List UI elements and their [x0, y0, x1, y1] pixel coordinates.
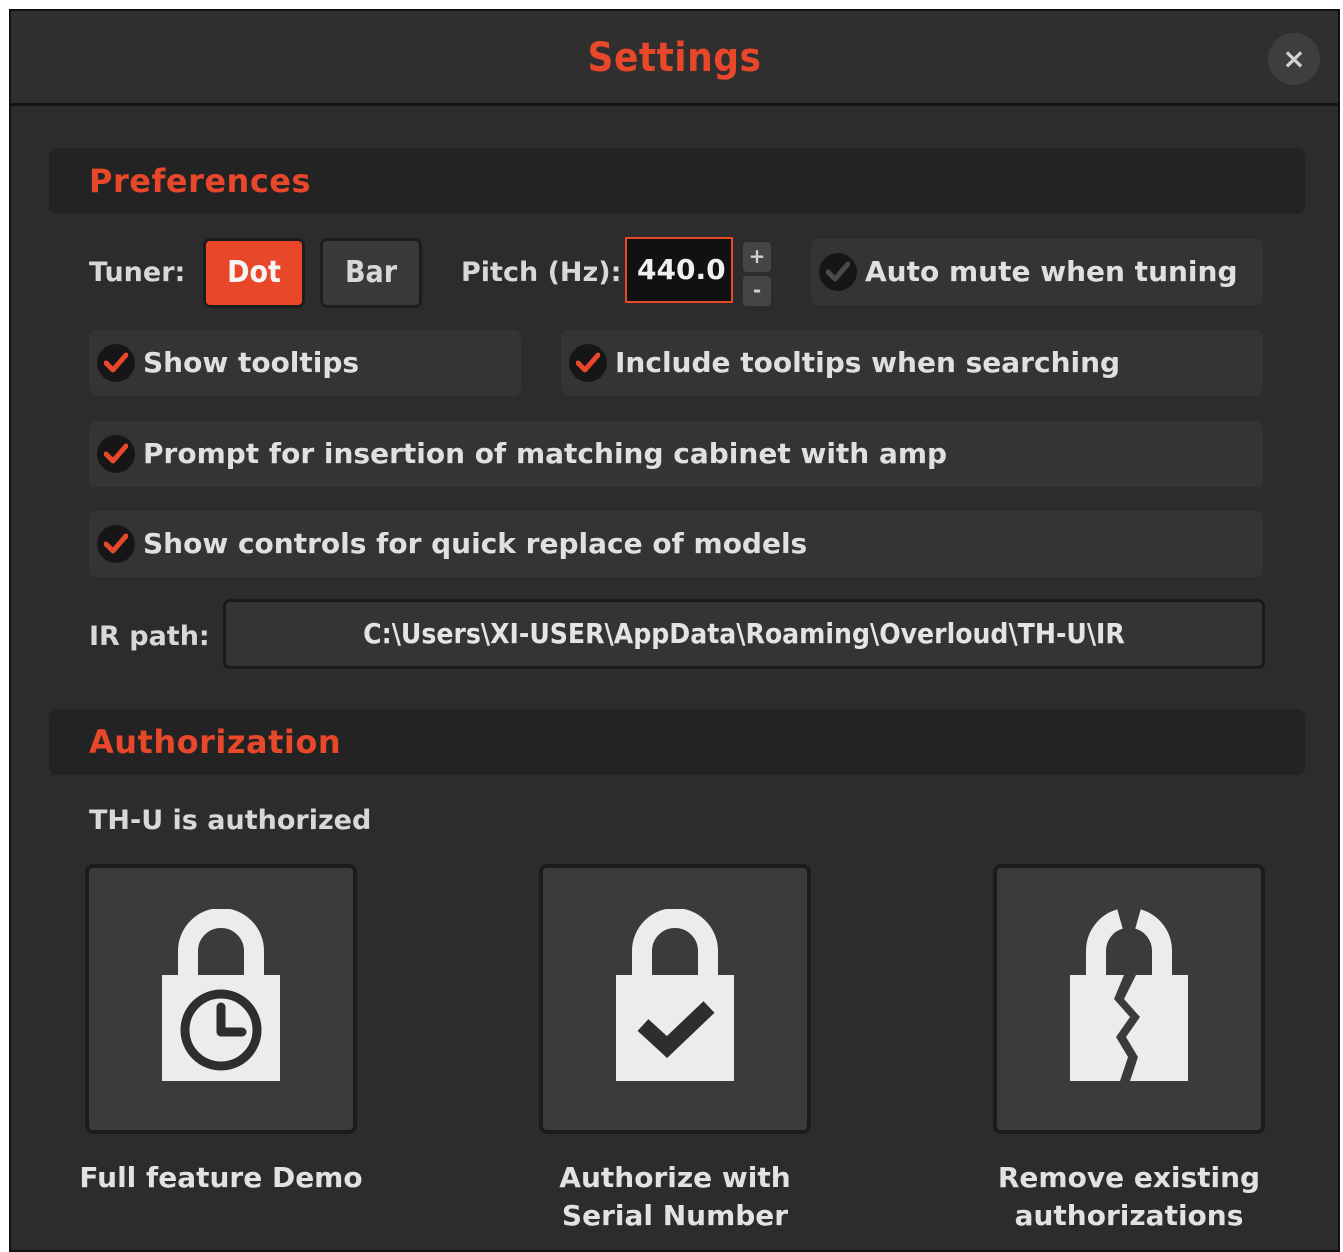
- settings-window: Settings × Preferences Tuner: Dot Bar Pi…: [9, 9, 1340, 1252]
- pitch-increment-button[interactable]: +: [743, 242, 771, 272]
- auto-mute-label: Auto mute when tuning: [865, 255, 1238, 288]
- tuner-dot-button[interactable]: Dot: [203, 238, 305, 308]
- preferences-header: Preferences: [49, 148, 1305, 214]
- quick-replace-label: Show controls for quick replace of model…: [143, 527, 808, 560]
- prompt-cabinet-checkbox[interactable]: [97, 435, 135, 473]
- tuner-bar-button[interactable]: Bar: [320, 238, 422, 308]
- checkmark-icon: [104, 533, 128, 554]
- show-tooltips-label: Show tooltips: [143, 346, 360, 379]
- title-bar: Settings ×: [11, 11, 1338, 106]
- ir-path-label: IR path:: [89, 621, 210, 652]
- lock-check-icon: [616, 909, 734, 1081]
- preferences-heading: Preferences: [89, 162, 312, 200]
- quick-replace-option[interactable]: Show controls for quick replace of model…: [89, 511, 1263, 577]
- window-title: Settings: [587, 35, 762, 81]
- include-tooltips-option[interactable]: Include tooltips when searching: [561, 330, 1263, 396]
- lock-clock-icon: [162, 909, 280, 1081]
- include-tooltips-label: Include tooltips when searching: [615, 346, 1121, 379]
- show-tooltips-option[interactable]: Show tooltips: [89, 330, 521, 396]
- auto-mute-checkbox[interactable]: [819, 253, 857, 291]
- checkmark-icon: [826, 261, 850, 282]
- full-demo-button[interactable]: [85, 864, 357, 1134]
- include-tooltips-checkbox[interactable]: [569, 344, 607, 382]
- authorize-serial-button[interactable]: [539, 864, 811, 1134]
- checkmark-icon: [104, 352, 128, 373]
- close-button[interactable]: ×: [1268, 33, 1320, 85]
- authorization-status: TH-U is authorized: [89, 805, 372, 836]
- full-demo-label: Full feature Demo: [79, 1161, 363, 1194]
- prompt-cabinet-option[interactable]: Prompt for insertion of matching cabinet…: [89, 421, 1263, 487]
- checkmark-icon: [104, 443, 128, 464]
- remove-authorizations-label: Remove existing authorizations: [997, 1161, 1261, 1232]
- tuner-label: Tuner:: [89, 257, 186, 288]
- quick-replace-checkbox[interactable]: [97, 525, 135, 563]
- checkmark-icon: [576, 352, 600, 373]
- auto-mute-option[interactable]: Auto mute when tuning: [811, 239, 1263, 305]
- pitch-input[interactable]: 440.0: [625, 237, 733, 303]
- authorization-header: Authorization: [49, 709, 1305, 775]
- prompt-cabinet-label: Prompt for insertion of matching cabinet…: [143, 437, 948, 470]
- authorization-heading: Authorization: [89, 723, 342, 761]
- pitch-label: Pitch (Hz):: [461, 257, 622, 288]
- remove-authorizations-button[interactable]: [993, 864, 1265, 1134]
- ir-path-field[interactable]: C:\Users\XI-USER\AppData\Roaming\Overlou…: [223, 599, 1265, 669]
- authorize-serial-label: Authorize with Serial Number: [559, 1161, 791, 1232]
- show-tooltips-checkbox[interactable]: [97, 344, 135, 382]
- broken-lock-icon: [1070, 909, 1188, 1081]
- pitch-decrement-button[interactable]: -: [743, 276, 771, 306]
